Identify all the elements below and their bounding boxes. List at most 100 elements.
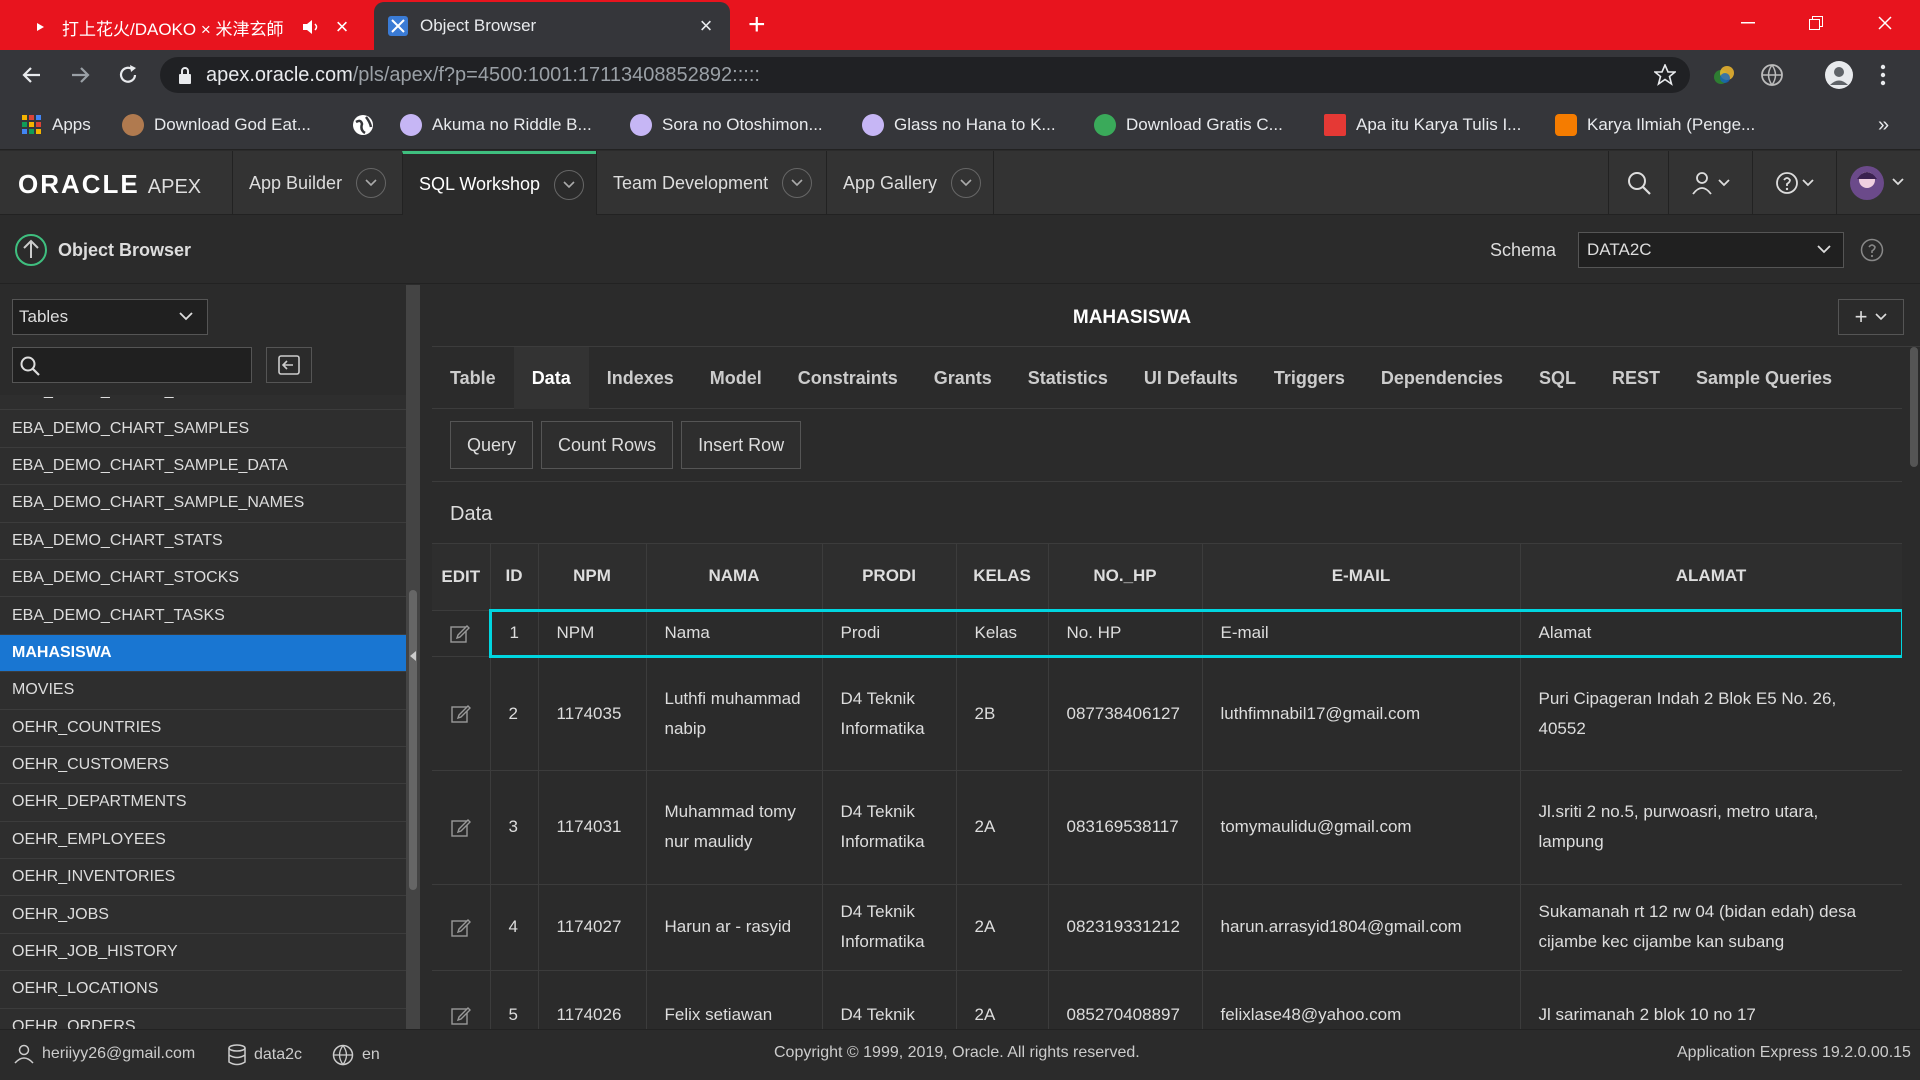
query-button[interactable]: Query xyxy=(450,421,534,469)
list-item[interactable]: OEHR_LOCATIONS xyxy=(0,971,406,1009)
sidebar-scrollbar[interactable] xyxy=(406,285,420,1029)
user-avatar[interactable] xyxy=(1836,151,1920,215)
column-header[interactable]: ID xyxy=(490,544,539,611)
menu-team-development[interactable]: Team Development xyxy=(596,151,826,215)
oracle-apex-logo[interactable]: ORACLE APEX xyxy=(18,169,201,200)
main-scrollbar[interactable] xyxy=(1908,347,1920,1029)
list-item[interactable]: OEHR_CUSTOMERS xyxy=(0,746,406,785)
list-item[interactable]: OEHR_EMPLOYEES xyxy=(0,821,406,860)
footer-workspace[interactable]: data2c xyxy=(228,1044,302,1066)
object-type-select[interactable]: Tables xyxy=(12,299,208,335)
bookmark-globe[interactable] xyxy=(352,100,374,150)
edit-icon[interactable] xyxy=(450,817,472,837)
list-item[interactable]: EBA_DEMO_CHART_STOCKS xyxy=(0,559,406,598)
column-header[interactable]: NO._HP xyxy=(1048,544,1203,611)
bookmark-karya-ilmiah[interactable]: Karya Ilmiah (Penge... xyxy=(1555,100,1755,150)
list-item[interactable]: OEHR_DEPARTMENTS xyxy=(0,784,406,822)
edit-cell[interactable] xyxy=(432,970,491,1029)
schema-select[interactable]: DATA2C xyxy=(1578,232,1844,268)
chevron-down-icon[interactable] xyxy=(356,168,387,198)
bookmark-apps[interactable]: Apps xyxy=(22,100,91,150)
edit-icon[interactable] xyxy=(450,703,472,723)
administration-icon[interactable] xyxy=(1668,151,1752,215)
reload-icon[interactable] xyxy=(116,63,140,87)
edit-cell[interactable] xyxy=(432,656,491,771)
insert-row-button[interactable]: Insert Row xyxy=(681,421,802,469)
url-bar[interactable]: apex.oracle.com/pls/apex/f?p=4500:1001:1… xyxy=(160,57,1690,93)
more-bookmarks-icon[interactable]: » xyxy=(1878,100,1889,150)
edit-icon[interactable] xyxy=(450,1005,472,1025)
edit-icon[interactable] xyxy=(450,623,471,643)
globe-extension-icon[interactable] xyxy=(1760,63,1784,87)
edit-cell[interactable] xyxy=(432,770,491,885)
menu-sql-workshop[interactable]: SQL Workshop xyxy=(402,151,596,215)
list-item[interactable]: MOVIES xyxy=(0,672,406,710)
bookmark-download-gratis[interactable]: Download Gratis C... xyxy=(1094,100,1283,150)
new-tab-icon[interactable]: + xyxy=(748,8,766,42)
list-item[interactable]: OEHR_JOB_HISTORY xyxy=(0,933,406,972)
chevron-down-icon[interactable] xyxy=(782,168,813,198)
help-icon[interactable] xyxy=(1752,151,1836,215)
close-tab-icon[interactable]: × xyxy=(332,14,352,40)
menu-app-gallery[interactable]: App Gallery xyxy=(826,151,994,215)
list-item[interactable]: EBA_DEMO_CHART_PRODUCTS xyxy=(0,395,406,411)
tab-constraints[interactable]: Constraints xyxy=(780,347,916,409)
list-item[interactable]: OEHR_COUNTRIES xyxy=(0,709,406,747)
tab-sample-queries[interactable]: Sample Queries xyxy=(1678,347,1850,409)
tab-grants[interactable]: Grants xyxy=(916,347,1010,409)
close-window-icon[interactable] xyxy=(1862,6,1908,40)
list-item-active[interactable]: MAHASISWA xyxy=(0,634,406,673)
browser-tab-music[interactable]: 打上花火/DAOKO × 米津玄師 × xyxy=(16,4,366,50)
bookmark-glass-no-hana[interactable]: Glass no Hana to K... xyxy=(862,100,1056,150)
bookmark-star-icon[interactable] xyxy=(1654,64,1676,86)
tab-indexes[interactable]: Indexes xyxy=(589,347,692,409)
bookmark-sora-no-otoshimono[interactable]: Sora no Otoshimon... xyxy=(630,100,823,150)
up-arrow-icon[interactable] xyxy=(14,233,48,267)
list-item[interactable]: OEHR_INVENTORIES xyxy=(0,859,406,897)
chevron-down-icon[interactable] xyxy=(951,168,982,198)
speaker-icon[interactable] xyxy=(302,19,320,35)
create-menu-button[interactable]: + xyxy=(1838,299,1904,335)
forward-arrow-icon[interactable] xyxy=(68,63,92,87)
extension-icon[interactable] xyxy=(1712,63,1736,87)
scrollbar-thumb[interactable] xyxy=(409,590,417,890)
scrollbar-thumb[interactable] xyxy=(1910,347,1918,467)
tab-sql[interactable]: SQL xyxy=(1521,347,1594,409)
restore-window-icon[interactable] xyxy=(1793,6,1839,40)
chevron-down-icon[interactable] xyxy=(554,169,585,200)
tab-rest[interactable]: REST xyxy=(1594,347,1678,409)
list-item[interactable]: OEHR_JOBS xyxy=(0,896,406,934)
list-item[interactable]: EBA_DEMO_CHART_SAMPLES xyxy=(0,410,406,448)
object-search-input[interactable] xyxy=(12,347,252,383)
tab-model[interactable]: Model xyxy=(692,347,780,409)
edit-icon[interactable] xyxy=(450,917,472,937)
tab-statistics[interactable]: Statistics xyxy=(1010,347,1126,409)
search-icon[interactable] xyxy=(1608,151,1668,215)
minimize-window-icon[interactable] xyxy=(1725,6,1771,40)
chrome-menu-icon[interactable] xyxy=(1880,63,1886,87)
clear-search-button[interactable] xyxy=(266,347,312,383)
count-rows-button[interactable]: Count Rows xyxy=(541,421,674,469)
help-circle-icon[interactable] xyxy=(1860,238,1884,262)
column-header[interactable]: KELAS xyxy=(956,544,1049,611)
list-item[interactable]: EBA_DEMO_CHART_STATS xyxy=(0,522,406,560)
edit-cell[interactable] xyxy=(432,609,491,657)
browser-tab-object-browser[interactable]: Object Browser × xyxy=(374,2,730,50)
footer-user[interactable]: heriiyy26@gmail.com xyxy=(14,1044,195,1064)
column-header[interactable]: NAMA xyxy=(646,544,823,611)
tab-triggers[interactable]: Triggers xyxy=(1256,347,1363,409)
profile-avatar-icon[interactable] xyxy=(1824,60,1854,90)
collapse-arrow-icon[interactable] xyxy=(410,651,416,661)
tab-dependencies[interactable]: Dependencies xyxy=(1363,347,1521,409)
bookmark-karya-tulis[interactable]: Apa itu Karya Tulis I... xyxy=(1324,100,1521,150)
tab-data[interactable]: Data xyxy=(513,347,589,409)
column-header[interactable]: PRODI xyxy=(822,544,957,611)
tab-ui-defaults[interactable]: UI Defaults xyxy=(1126,347,1256,409)
list-item[interactable]: EBA_DEMO_CHART_SAMPLE_NAMES xyxy=(0,485,406,523)
list-item[interactable]: EBA_DEMO_CHART_SAMPLE_DATA xyxy=(0,447,406,486)
list-item[interactable]: OEHR_ORDERS xyxy=(0,1008,406,1029)
column-header[interactable]: E-MAIL xyxy=(1202,544,1521,611)
bookmark-download-god-eater[interactable]: Download God Eat... xyxy=(122,100,311,150)
column-header[interactable]: NPM xyxy=(538,544,647,611)
footer-language[interactable]: en xyxy=(332,1044,380,1066)
